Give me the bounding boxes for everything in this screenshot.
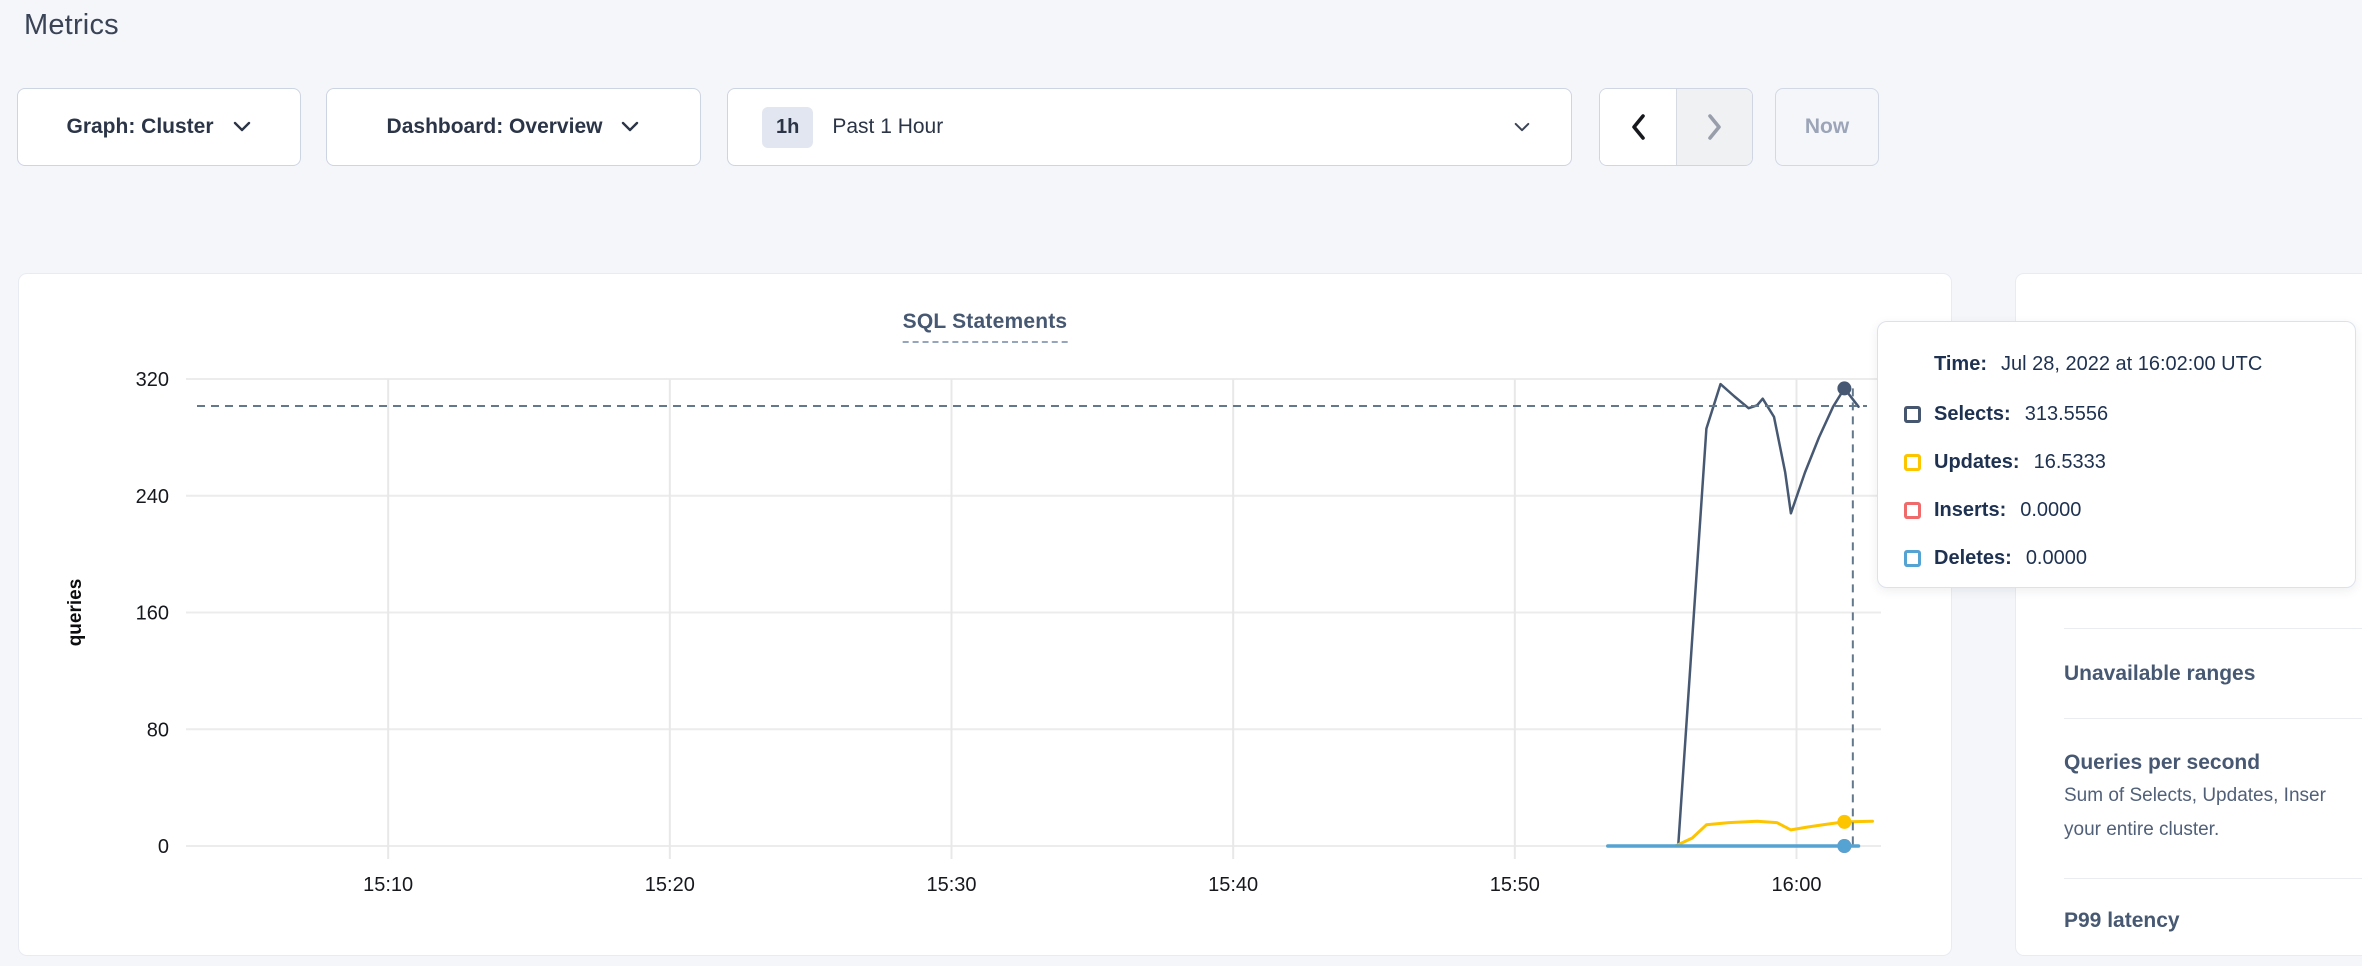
svg-text:320: 320 — [136, 369, 169, 391]
chevron-down-icon — [1513, 121, 1531, 134]
dashboard-dropdown[interactable]: Dashboard: Overview — [326, 88, 701, 166]
chart-tooltip: Time: Jul 28, 2022 at 16:02:00 UTC Selec… — [1877, 321, 2356, 588]
chevron-right-icon — [1706, 113, 1724, 141]
tooltip-series-label: Updates: — [1934, 451, 2020, 474]
svg-text:16:00: 16:00 — [1771, 874, 1821, 896]
svg-text:15:40: 15:40 — [1208, 874, 1258, 896]
svg-text:queries: queries — [65, 579, 86, 647]
svg-text:15:30: 15:30 — [926, 874, 976, 896]
tooltip-series-row: Selects: 313.5556 — [1904, 402, 2345, 426]
graph-dropdown-label: Graph: Cluster — [66, 115, 213, 139]
chevron-left-icon — [1629, 113, 1647, 141]
tooltip-series-value: 313.5556 — [2025, 403, 2108, 426]
tooltip-series-label: Inserts: — [1934, 499, 2006, 522]
chevron-down-icon — [232, 120, 252, 134]
sidebar-heading-queries-per-second: Queries per second — [2064, 751, 2260, 775]
chevron-down-icon — [620, 120, 640, 134]
tooltip-series-row: Inserts: 0.0000 — [1904, 498, 2345, 522]
tooltip-time-value: Jul 28, 2022 at 16:02:00 UTC — [2001, 353, 2262, 376]
sidebar-description-line: your entire cluster. — [2064, 819, 2219, 840]
time-forward-button[interactable] — [1676, 89, 1752, 165]
divider — [2064, 878, 2362, 879]
dashboard-dropdown-label: Dashboard: Overview — [387, 115, 603, 139]
svg-text:15:20: 15:20 — [645, 874, 695, 896]
time-range-badge: 1h — [762, 107, 813, 148]
svg-text:0: 0 — [158, 836, 169, 858]
time-pager — [1599, 88, 1753, 166]
svg-text:15:50: 15:50 — [1490, 874, 1540, 896]
updates-swatch-icon — [1904, 454, 1921, 471]
svg-text:160: 160 — [136, 603, 169, 625]
sidebar-heading-unavailable-ranges: Unavailable ranges — [2064, 662, 2255, 686]
inserts-swatch-icon — [1904, 502, 1921, 519]
time-range-dropdown[interactable]: 1h Past 1 Hour — [727, 88, 1572, 166]
divider — [2064, 718, 2362, 719]
tooltip-series-row: Updates: 16.5333 — [1904, 450, 2345, 474]
tooltip-time-row: Time: Jul 28, 2022 at 16:02:00 UTC — [1934, 352, 2345, 376]
tooltip-series-value: 0.0000 — [2020, 499, 2081, 522]
sql-statements-chart[interactable]: 0 80 160 240 320 15:10 15:20 15:30 15:40 15:50 16:… — [19, 274, 1953, 957]
divider — [2064, 628, 2362, 629]
tooltip-series-row: Deletes: 0.0000 — [1904, 546, 2345, 570]
svg-text:240: 240 — [136, 486, 169, 508]
deletes-swatch-icon — [1904, 550, 1921, 567]
tooltip-time-label: Time: — [1934, 353, 1987, 376]
selects-swatch-icon — [1904, 406, 1921, 423]
svg-text:80: 80 — [147, 719, 169, 741]
sql-statements-chart-card: SQL Statements 08016024032015:1015:2015:… — [18, 273, 1952, 956]
time-range-label: Past 1 Hour — [832, 115, 943, 139]
sidebar-description: Sum of Selects, Updates, Inser your enti… — [2064, 779, 2326, 847]
tooltip-series-label: Deletes: — [1934, 547, 2012, 570]
time-back-button[interactable] — [1600, 89, 1676, 165]
now-button[interactable]: Now — [1775, 88, 1879, 166]
sidebar-heading-p99-latency: P99 latency — [2064, 909, 2180, 933]
sidebar-description-line: Sum of Selects, Updates, Inser — [2064, 785, 2326, 806]
tooltip-series-label: Selects: — [1934, 403, 2011, 426]
svg-text:15:10: 15:10 — [363, 874, 413, 896]
tooltip-series-value: 16.5333 — [2034, 451, 2106, 474]
tooltip-series-value: 0.0000 — [2026, 547, 2087, 570]
page-title: Metrics — [24, 0, 119, 50]
graph-dropdown[interactable]: Graph: Cluster — [17, 88, 301, 166]
